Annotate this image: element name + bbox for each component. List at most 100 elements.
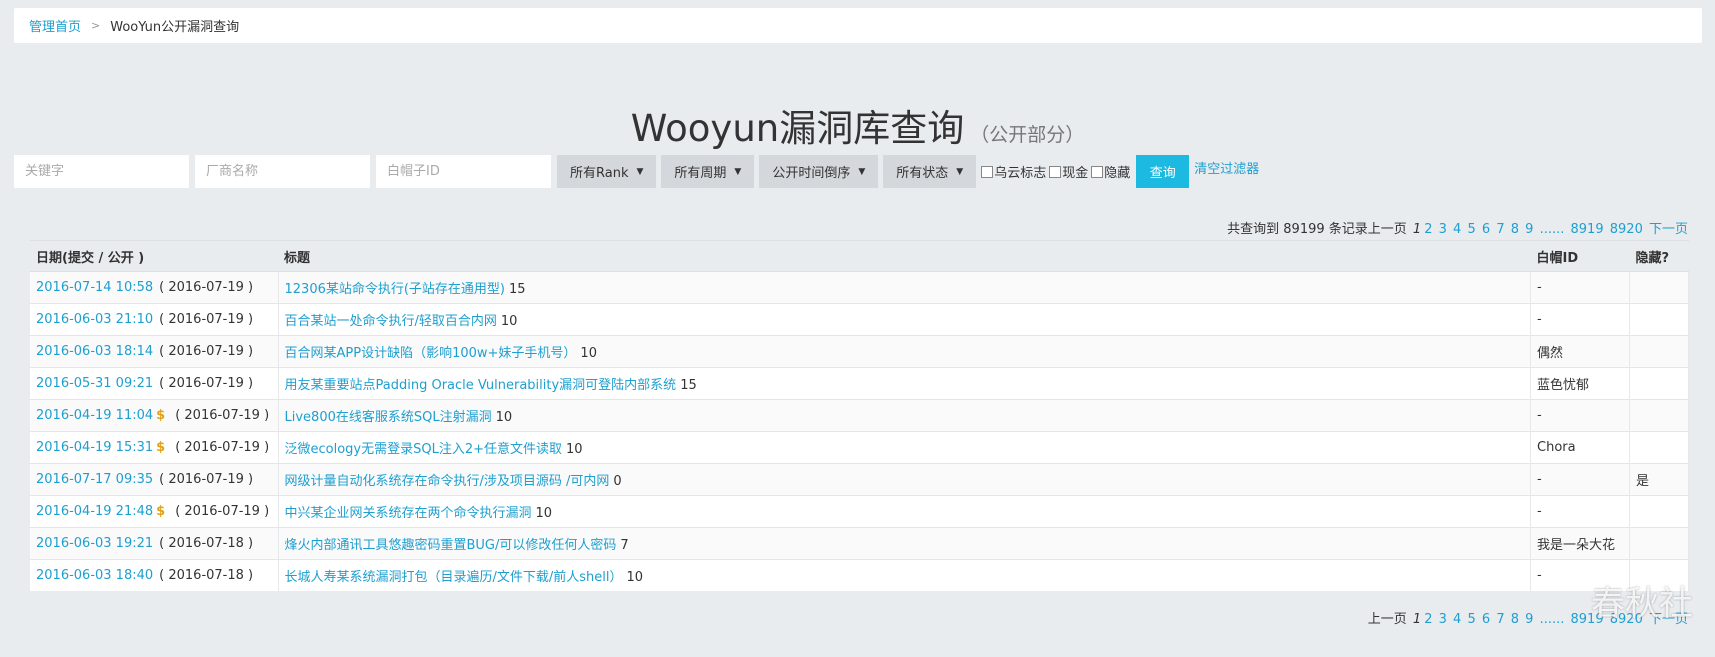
public-date: ( 2016-07-18 ) (159, 568, 254, 583)
submit-date-link[interactable]: 2016-05-31 09:21 (36, 376, 153, 391)
whitehat-cell: - (1530, 463, 1630, 496)
vuln-title-link[interactable]: 网级计量自动化系统存在命令执行/涉及项目源码 /可内网 (285, 474, 610, 489)
submit-date-link[interactable]: 2016-06-03 18:40 (36, 568, 153, 583)
pager-page-link[interactable]: 6 (1482, 612, 1490, 627)
pager-page-link[interactable]: 4 (1453, 222, 1461, 237)
hidden-cell (1629, 527, 1689, 560)
whitehat-cell: Chora (1530, 431, 1630, 464)
whitehat-cell: - (1530, 271, 1630, 304)
table-row: 2016-04-19 15:31 $ ( 2016-07-19 ) 泛微ecology… (30, 431, 1689, 464)
vuln-title-link[interactable]: 百合某站一处命令执行/轻取百合内网 (285, 314, 497, 329)
pager-page-link[interactable]: 2 (1424, 222, 1432, 237)
vuln-title-link[interactable]: 烽火内部通讯工具悠趣密码重置BUG/可以修改任何人密码 (285, 538, 617, 553)
hidden-cell (1629, 367, 1689, 400)
pager-next-link[interactable]: 下一页 (1649, 222, 1688, 237)
public-date: ( 2016-07-18 ) (159, 536, 254, 551)
vuln-title-link[interactable]: 中兴某企业网关系统存在两个命令执行漏洞 (285, 506, 532, 521)
vuln-title-link[interactable]: 长城人寿某系统漏洞打包（目录遍历/文件下载/前人shell） (285, 570, 623, 585)
hidden-cell (1629, 431, 1689, 464)
status-dropdown-label: 所有状态 (896, 166, 949, 181)
pager-page-link[interactable]: 5 (1467, 222, 1475, 237)
keyword-input[interactable] (14, 155, 189, 188)
pager-page-link[interactable]: 8 (1511, 222, 1519, 237)
checkbox-icon[interactable] (1091, 165, 1104, 178)
whitehat-input[interactable] (376, 155, 551, 188)
date-cell: 2016-06-03 18:40 ( 2016-07-18 ) (30, 559, 279, 591)
table-row: 2016-07-17 09:35 ( 2016-07-19 ) 网级计量自动化系统存… (30, 463, 1689, 496)
table-row: 2016-06-03 18:14 ( 2016-07-19 ) 百合网某APP设计缺… (30, 335, 1689, 368)
rank-value: 10 (495, 410, 513, 425)
title-cell: 泛微ecology无需登录SQL注入2+任意文件读取 10 (278, 431, 1531, 464)
vuln-title-link[interactable]: 百合网某APP设计缺陷（影响100w+妹子手机号） (285, 346, 577, 361)
pager-page-link[interactable]: 5 (1467, 612, 1475, 627)
public-date: ( 2016-07-19 ) (159, 376, 254, 391)
rank-value: 10 (535, 506, 553, 521)
pager-page-link[interactable]: 6 (1482, 222, 1490, 237)
title-cell: Live800在线客服系统SQL注射漏洞 10 (278, 399, 1531, 432)
table-row: 2016-06-03 21:10 ( 2016-07-19 ) 百合某站一处命令执行… (30, 303, 1689, 336)
table-body: 2016-07-14 10:58 ( 2016-07-19 ) 12306某站命令执… (30, 271, 1689, 591)
wooyun-flag-checkbox[interactable]: 乌云标志 (981, 162, 1046, 181)
clear-filters-link[interactable]: 清空过滤器 (1194, 158, 1259, 177)
submit-date-link[interactable]: 2016-04-19 15:31 (36, 440, 153, 455)
submit-date-link[interactable]: 2016-04-19 11:04 (36, 408, 153, 423)
rank-value: 15 (680, 378, 697, 393)
public-date: ( 2016-07-19 ) (159, 472, 254, 487)
rank-dropdown[interactable]: 所有Rank ▼ (557, 155, 657, 188)
vendor-input[interactable] (195, 155, 370, 188)
pager-page-link[interactable]: 8 (1511, 612, 1519, 627)
date-cell: 2016-07-14 10:58 ( 2016-07-19 ) (30, 271, 279, 304)
checkbox-icon[interactable] (981, 165, 994, 178)
date-cell: 2016-05-31 09:21 ( 2016-07-19 ) (30, 367, 279, 400)
pager-page-link[interactable]: 9 (1525, 222, 1533, 237)
hidden-cell (1629, 303, 1689, 336)
vuln-title-link[interactable]: Live800在线客服系统SQL注射漏洞 (285, 410, 492, 425)
period-dropdown[interactable]: 所有周期 ▼ (661, 155, 755, 188)
pager-page-link[interactable]: 2 (1424, 612, 1432, 627)
title-cell: 12306某站命令执行(子站存在通用型) 15 (278, 271, 1531, 304)
public-date: ( 2016-07-19 ) (175, 504, 270, 519)
hidden-label: 隐藏 (1104, 166, 1131, 181)
col-header-whitehat: 白帽ID (1530, 240, 1630, 272)
query-button[interactable]: 查询 (1136, 155, 1190, 188)
pager-page-link[interactable]: 8920 (1610, 222, 1643, 237)
vuln-title-link[interactable]: 泛微ecology无需登录SQL注入2+任意文件读取 (285, 442, 563, 457)
table-row: 2016-05-31 09:21 ( 2016-07-19 ) 用友某重要站点Pad… (30, 367, 1689, 400)
table-row: 2016-04-19 11:04 $ ( 2016-07-19 ) Live800在线… (30, 399, 1689, 432)
submit-date-link[interactable]: 2016-06-03 19:21 (36, 536, 153, 551)
title-cell: 百合网某APP设计缺陷（影响100w+妹子手机号） 10 (278, 335, 1531, 368)
pager-ellipsis[interactable]: ...... (1540, 612, 1565, 627)
dollar-icon: $ (156, 504, 166, 519)
pager-page-link[interactable]: 7 (1496, 222, 1504, 237)
date-cell: 2016-04-19 21:48 $ ( 2016-07-19 ) (30, 495, 279, 528)
pager-ellipsis[interactable]: ...... (1540, 222, 1565, 237)
hidden-checkbox[interactable]: 隐藏 (1091, 162, 1130, 181)
submit-date-link[interactable]: 2016-07-17 09:35 (36, 472, 153, 487)
status-dropdown[interactable]: 所有状态 ▼ (883, 155, 977, 188)
vuln-title-link[interactable]: 用友某重要站点Padding Oracle Vulnerability漏洞可登陆… (285, 378, 677, 393)
checkbox-icon[interactable] (1049, 165, 1062, 178)
rank-dropdown-label: 所有Rank (570, 166, 629, 181)
cash-checkbox[interactable]: 现金 (1049, 162, 1088, 181)
public-date: ( 2016-07-19 ) (159, 312, 254, 327)
pager-page-link[interactable]: 3 (1439, 222, 1447, 237)
submit-date-link[interactable]: 2016-07-14 10:58 (36, 280, 153, 295)
pager-page-link[interactable]: 3 (1439, 612, 1447, 627)
pager-prev-text: 上一页 (1367, 612, 1407, 627)
hidden-cell (1629, 399, 1689, 432)
breadcrumb-home-link[interactable]: 管理首页 (29, 16, 81, 35)
pager-page-link[interactable]: 7 (1496, 612, 1504, 627)
submit-date-link[interactable]: 2016-04-19 21:48 (36, 504, 153, 519)
pager-page-link[interactable]: 8919 (1571, 222, 1604, 237)
caret-down-icon: ▼ (858, 166, 866, 177)
watermark-logo: 春秋社 (1591, 584, 1693, 624)
whitehat-cell: 蓝色忧郁 (1530, 367, 1630, 400)
order-dropdown[interactable]: 公开时间倒序 ▼ (759, 155, 879, 188)
pager-page-link[interactable]: 4 (1453, 612, 1461, 627)
period-dropdown-label: 所有周期 (674, 166, 727, 181)
vuln-title-link[interactable]: 12306某站命令执行(子站存在通用型) (285, 282, 506, 297)
result-count: 共查询到 89199 条记录 (1227, 222, 1368, 237)
submit-date-link[interactable]: 2016-06-03 21:10 (36, 312, 153, 327)
submit-date-link[interactable]: 2016-06-03 18:14 (36, 344, 153, 359)
pager-page-link[interactable]: 9 (1525, 612, 1533, 627)
